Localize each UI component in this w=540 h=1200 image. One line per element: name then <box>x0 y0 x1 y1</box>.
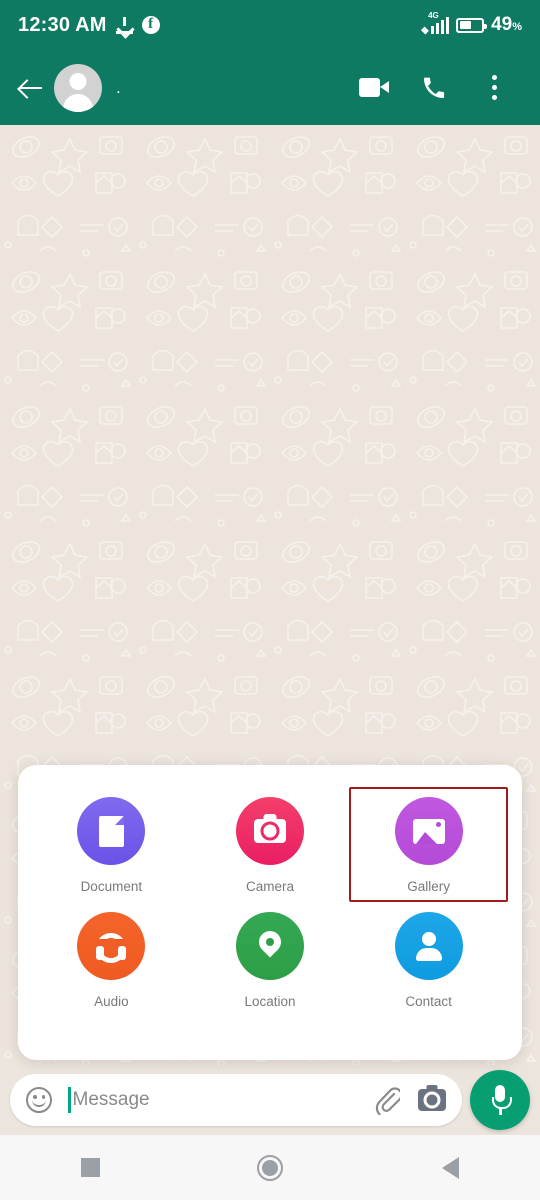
android-nav-bar <box>0 1135 540 1200</box>
download-icon <box>115 16 133 34</box>
recents-square-icon <box>80 1158 100 1177</box>
signal-bars-icon: 4G <box>420 12 450 35</box>
message-input-field[interactable]: Message <box>10 1074 462 1126</box>
nav-home-button[interactable] <box>180 1154 360 1181</box>
more-options-icon <box>491 75 497 100</box>
avatar[interactable] <box>54 63 102 112</box>
attach-label-camera: Camera <box>246 879 295 894</box>
chat-header: . <box>0 50 540 125</box>
attachment-panel: Document Camera Gallery Audio Location C… <box>18 765 522 1060</box>
document-icon-circle <box>77 797 146 865</box>
message-input-bar: Message <box>0 1065 540 1135</box>
gallery-icon <box>412 818 445 844</box>
paperclip-icon[interactable] <box>374 1085 400 1115</box>
gallery-icon-circle <box>394 797 463 865</box>
attach-label-location: Location <box>244 994 296 1009</box>
attach-option-audio[interactable]: Audio <box>32 902 191 1017</box>
video-call-button[interactable] <box>344 58 404 118</box>
attach-option-contact[interactable]: Contact <box>349 902 508 1017</box>
headphones-icon <box>96 932 127 963</box>
home-circle-icon <box>257 1154 283 1181</box>
contact-person-icon <box>414 932 444 961</box>
battery-icon <box>456 17 488 33</box>
network-type-label: 4G <box>428 11 439 20</box>
phone-call-icon <box>424 77 445 98</box>
video-call-icon <box>359 78 389 97</box>
voice-call-button[interactable] <box>404 58 464 118</box>
attach-option-location[interactable]: Location <box>191 902 350 1017</box>
location-pin-icon <box>259 931 281 962</box>
nav-recents-button[interactable] <box>0 1158 180 1177</box>
attach-option-camera[interactable]: Camera <box>191 787 350 902</box>
back-triangle-icon <box>441 1156 459 1179</box>
status-bar-left: 12:30 AM <box>18 14 160 37</box>
status-bar-right: 4G 49% <box>420 12 522 36</box>
emoji-icon[interactable] <box>26 1087 52 1113</box>
contact-name[interactable]: . <box>116 78 344 98</box>
attach-label-audio: Audio <box>94 994 129 1009</box>
contact-person-icon-circle <box>394 912 463 980</box>
header-actions <box>344 58 524 118</box>
text-cursor <box>68 1087 71 1113</box>
mic-button[interactable] <box>470 1070 530 1130</box>
back-arrow-icon[interactable] <box>16 73 46 103</box>
message-placeholder: Message <box>72 1089 150 1110</box>
attachment-row-1: Document Camera Gallery <box>32 787 509 902</box>
more-options-button[interactable] <box>464 58 524 118</box>
headphones-icon-circle <box>77 912 146 980</box>
location-pin-icon-circle <box>236 912 304 980</box>
camera-icon-circle <box>236 797 304 865</box>
attach-option-document[interactable]: Document <box>32 787 191 902</box>
battery-percent-label: 49% <box>491 14 522 35</box>
attachment-row-2: Audio Location Contact <box>32 902 508 1017</box>
attach-option-gallery[interactable]: Gallery <box>349 787 509 902</box>
microphone-icon <box>492 1085 512 1115</box>
attach-label-contact: Contact <box>405 994 452 1009</box>
facebook-icon <box>141 16 160 34</box>
camera-icon <box>254 819 286 843</box>
document-icon <box>98 815 124 847</box>
nav-back-button[interactable] <box>360 1156 540 1179</box>
attach-label-gallery: Gallery <box>407 879 451 894</box>
status-bar: 12:30 AM 4G 49% <box>0 0 540 50</box>
camera-icon[interactable] <box>418 1089 446 1111</box>
status-time: 12:30 AM <box>18 13 107 36</box>
attach-label-document: Document <box>80 879 143 894</box>
